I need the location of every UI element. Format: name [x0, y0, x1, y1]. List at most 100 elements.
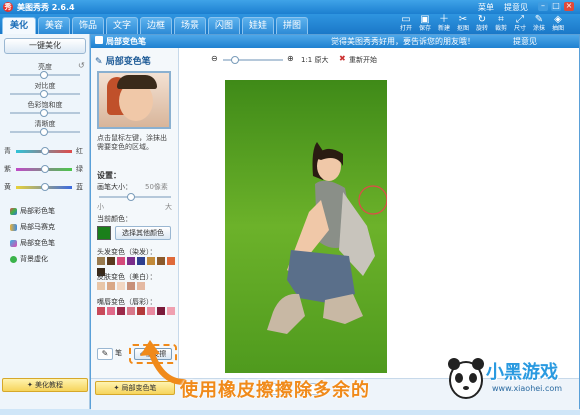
magenta-green-knob[interactable]	[41, 165, 49, 173]
bulb-icon: ✦	[26, 381, 36, 389]
crop-button[interactable]: ⌗ 裁剪	[493, 14, 509, 34]
zoom-out-icon[interactable]: ⊖	[211, 54, 218, 63]
photo-image	[225, 80, 387, 373]
blue-label: 蓝	[76, 183, 83, 191]
tool-local-color-pen[interactable]: 局部彩色笔	[10, 206, 55, 216]
skin-color-swatch[interactable]	[137, 282, 145, 290]
skin-color-label: 皮肤变色（美白）：	[97, 273, 157, 281]
yellow-label: 黄	[4, 183, 11, 191]
brightness-knob[interactable]	[40, 71, 48, 79]
cutout-button[interactable]: ✂ 抠图	[455, 14, 471, 34]
dialog-icon	[95, 36, 103, 44]
hair-color-swatch[interactable]	[167, 257, 175, 265]
tab-beautify[interactable]: 美化	[2, 17, 36, 34]
lip-color-swatch[interactable]	[157, 307, 165, 315]
save-button[interactable]: ▣ 保存	[417, 14, 433, 34]
hair-color-swatch[interactable]	[117, 257, 125, 265]
hair-color-swatch[interactable]	[157, 257, 165, 265]
rotate-button[interactable]: ↻ 旋转	[474, 14, 490, 34]
tab-accessories[interactable]: 饰品	[72, 17, 104, 34]
yellow-blue-knob[interactable]	[41, 183, 49, 191]
saturation-knob[interactable]	[40, 109, 48, 117]
tab-flash[interactable]: 闪图	[208, 17, 240, 34]
settings-panel: ✎ 局部变色笔 点击鼠标左键，涂抹出需要变色的区域。 设置： 画笔大小： 50像…	[91, 48, 179, 378]
hair-color-swatch[interactable]	[147, 257, 155, 265]
new-button[interactable]: ＋新建	[436, 14, 452, 34]
extract-icon: ◈	[554, 14, 562, 25]
pen-tool-label: 笔	[115, 349, 122, 357]
save-icon: ▣	[420, 14, 430, 25]
size-large-label: 大	[165, 203, 172, 211]
photo-canvas[interactable]	[225, 80, 387, 373]
tab-frames[interactable]: 边框	[140, 17, 172, 34]
restart-button[interactable]: 重新开始	[349, 55, 377, 65]
tool-heading: ✎ 局部变色笔	[95, 57, 151, 67]
skin-color-swatch[interactable]	[97, 282, 105, 290]
restart-icon[interactable]: ✖	[339, 54, 346, 63]
minimize-icon[interactable]: –	[538, 2, 548, 11]
lip-color-label: 嘴唇变色（唇彩）：	[97, 298, 157, 306]
skin-color-swatch[interactable]	[127, 282, 135, 290]
dialog-feedback-link[interactable]: 提意见	[513, 36, 537, 47]
actual-size-button[interactable]: 1:1 原大	[301, 55, 329, 65]
recolor-icon	[10, 239, 17, 247]
lip-color-swatch[interactable]	[97, 307, 105, 315]
zoom-in-icon[interactable]: ⊕	[287, 54, 294, 63]
tab-makeup[interactable]: 美容	[38, 17, 70, 34]
hair-color-swatch[interactable]	[97, 257, 105, 265]
feedback-link[interactable]: 提意见	[504, 2, 528, 13]
lip-color-swatch[interactable]	[117, 307, 125, 315]
tool-local-recolor[interactable]: 局部变色笔	[10, 238, 55, 248]
skin-color-swatch[interactable]	[117, 282, 125, 290]
open-button[interactable]: ▭ 打开	[398, 14, 414, 34]
tutorial-button[interactable]: ✦ 美化教程	[2, 378, 88, 392]
smudge-button[interactable]: ✎ 涂抹	[531, 14, 547, 34]
skin-color-swatch[interactable]	[107, 282, 115, 290]
watermark: 小黑游戏 www.xiaohei.com	[446, 344, 580, 415]
lip-color-swatch[interactable]	[137, 307, 145, 315]
sharpness-knob[interactable]	[40, 128, 48, 136]
lip-color-swatch[interactable]	[147, 307, 155, 315]
tab-scenes[interactable]: 场景	[174, 17, 206, 34]
close-icon[interactable]: ×	[564, 2, 574, 11]
cyan-red-knob[interactable]	[41, 147, 49, 155]
lip-color-swatch[interactable]	[127, 307, 135, 315]
hair-color-swatch[interactable]	[127, 257, 135, 265]
reset-icon[interactable]: ↺	[78, 61, 85, 70]
tab-text[interactable]: 文字	[106, 17, 138, 34]
tool-background-blur[interactable]: 背景虚化	[10, 254, 48, 264]
dialog-title: 局部变色笔	[106, 37, 146, 46]
pen-icon: ✎	[95, 57, 106, 67]
pen-tool-button[interactable]: ✎	[97, 348, 113, 360]
settings-label: 设置：	[97, 171, 121, 180]
current-color-swatch[interactable]	[97, 226, 111, 240]
lip-color-swatch[interactable]	[167, 307, 175, 315]
lip-color-swatch[interactable]	[107, 307, 115, 315]
hair-color-swatch[interactable]	[107, 257, 115, 265]
brush-size-knob[interactable]	[127, 193, 135, 201]
tab-collage[interactable]: 拼图	[276, 17, 308, 34]
tab-dolls[interactable]: 娃娃	[242, 17, 274, 34]
resize-icon: ⤢	[516, 14, 524, 25]
magenta-label: 紫	[4, 165, 11, 173]
maximize-icon[interactable]: □	[551, 2, 561, 11]
extract-button[interactable]: ◈ 抽图	[550, 14, 566, 34]
resize-button[interactable]: ⤢ 尺寸	[512, 14, 528, 34]
crop-icon: ⌗	[498, 14, 504, 25]
zoom-knob[interactable]	[231, 56, 239, 64]
tool-local-mosaic[interactable]: 局部马赛克	[10, 222, 55, 232]
choose-color-button[interactable]: 选择其他颜色	[115, 226, 171, 240]
dialog-title-bar: 局部变色笔 觉得美图秀秀好用，要告诉您的朋友哦！ 提意见	[91, 35, 579, 48]
lip-swatch-row	[97, 307, 177, 318]
canvas-toolbar: ⊖ ⊕ 1:1 原大 ✖ 重新开始	[211, 53, 411, 67]
menu-link[interactable]: 菜单	[478, 2, 494, 13]
bulb-icon: ✦	[113, 384, 122, 392]
color-pen-icon	[10, 207, 17, 215]
brush-icon: ✎	[101, 349, 109, 358]
red-label: 红	[76, 147, 83, 155]
one-click-beautify-button[interactable]: 一键美化	[4, 38, 86, 54]
title-bar: 秀 美图秀秀 2.6.4 菜单 提意见 – □ ×	[0, 0, 580, 14]
hair-color-swatch[interactable]	[137, 257, 145, 265]
brush-size-slider[interactable]	[99, 196, 171, 198]
contrast-knob[interactable]	[40, 90, 48, 98]
